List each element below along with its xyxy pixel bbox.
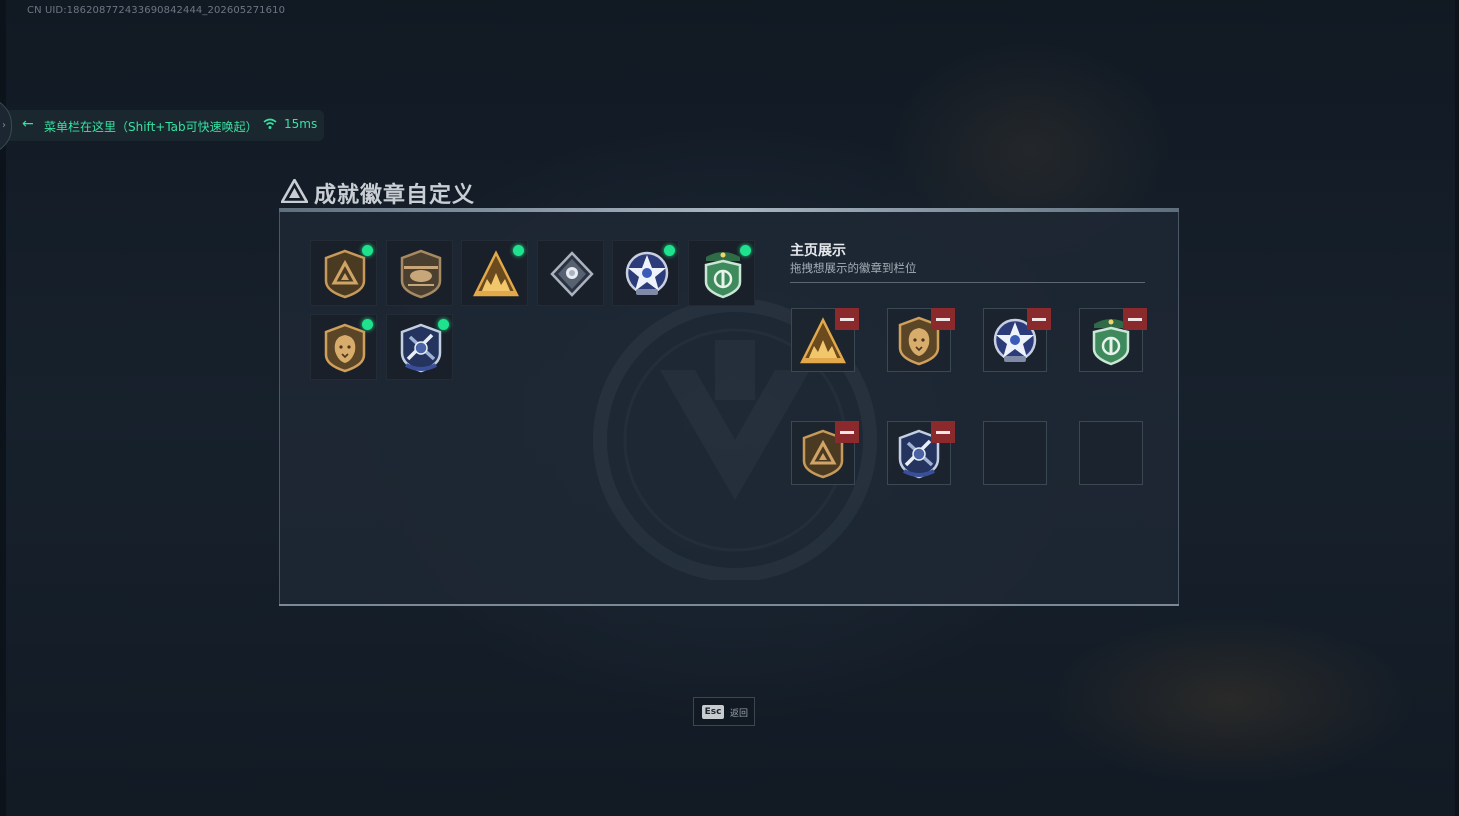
badge-item[interactable] [536,240,604,306]
new-indicator-dot [437,319,449,330]
remove-badge-button[interactable] [931,421,955,443]
menu-hint-text: 菜单栏在这里（Shift+Tab可快速唤起） [44,120,258,134]
badge-item[interactable] [385,314,453,380]
showcase-subtitle: 拖拽想展示的徽章到栏位 [790,261,917,275]
gold-triangle-shield-icon [322,249,368,299]
showcase-slot-empty[interactable] [1079,421,1143,485]
panel-bottom-border [279,604,1179,606]
badge-item[interactable] [310,240,377,306]
page-title: 成就徽章自定义 [314,183,476,208]
panel-top-border [279,208,1179,212]
badge-item[interactable] [385,240,453,306]
showcase-title: 主页展示 [790,243,846,259]
new-indicator-dot [513,245,525,256]
showcase-slot-filled[interactable] [1079,308,1147,372]
blue-star-emblem-icon [624,249,670,299]
showcase-slot-filled[interactable] [791,308,859,372]
mountain-soldiers-icon [473,249,519,299]
uid-label: CN UID:18620877243369084244​4_2026052716… [27,5,286,16]
remove-badge-button[interactable] [1027,308,1051,330]
triangle-logo-icon [281,179,308,203]
esc-key-icon: Esc [702,705,724,719]
back-label: 返回 [730,709,749,719]
remove-badge-button[interactable] [931,308,955,330]
new-indicator-dot [362,319,373,330]
back-button[interactable]: Esc 返回 [693,697,755,726]
blue-swords-crest-icon [398,323,444,373]
green-beret-shield-icon [700,249,746,299]
right-edge [1455,0,1459,816]
diamond-rose-icon [549,249,595,299]
showcase-slot-filled[interactable] [983,308,1051,372]
showcase-slot-empty[interactable] [983,421,1047,485]
new-indicator-dot [362,245,373,256]
wifi-icon [263,118,277,129]
arrow-left-icon: ← [22,116,34,132]
helicopter-shield-icon [398,249,444,299]
menu-hint-bar[interactable]: ← 菜单栏在这里（Shift+Tab可快速唤起） 15ms [0,110,324,141]
badge-item[interactable] [688,240,755,306]
remove-badge-button[interactable] [835,308,859,330]
showcase-slot-filled[interactable] [887,308,955,372]
chevron-right-icon: › [2,120,6,131]
remove-badge-button[interactable] [1123,308,1147,330]
badge-item[interactable] [461,240,529,306]
showcase-divider [790,282,1145,283]
badge-item[interactable] [310,314,377,380]
lion-head-shield-icon [322,323,368,373]
showcase-slot-filled[interactable] [791,421,859,485]
showcase-slot-filled[interactable] [887,421,955,485]
badge-item[interactable] [612,240,680,306]
remove-badge-button[interactable] [835,421,859,443]
ping-value: 15ms [284,117,318,131]
new-indicator-dot [664,245,676,256]
new-indicator-dot [740,245,751,256]
